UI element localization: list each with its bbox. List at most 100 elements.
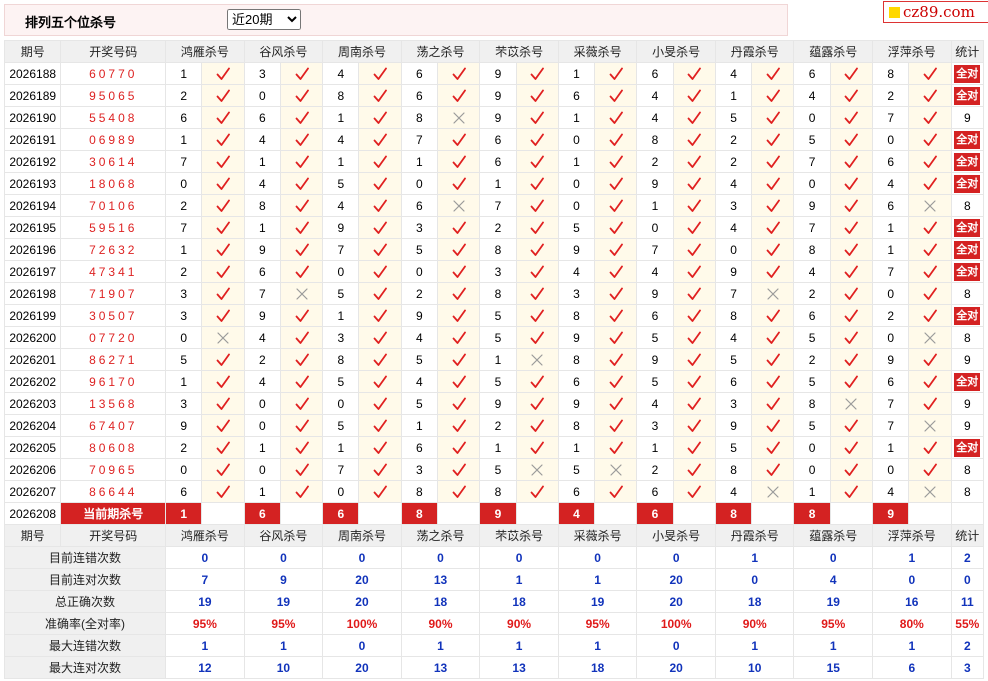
- col-expert-header[interactable]: 蕴露杀号: [793, 40, 874, 63]
- draw-number-cell[interactable]: 60770: [60, 62, 167, 85]
- summary-row: 最大连对次数 12 10 20 13 13 18 20 10 15 6 3: [3, 656, 985, 679]
- draw-number-cell[interactable]: 86271: [60, 348, 167, 371]
- issue-cell: 2026200: [3, 326, 62, 349]
- draw-number-cell[interactable]: 59516: [60, 216, 167, 239]
- summary-value: 1: [479, 568, 559, 591]
- period-select[interactable]: 近20期: [227, 9, 301, 30]
- result-cell: [672, 260, 716, 283]
- draw-number-cell[interactable]: 80608: [60, 436, 167, 459]
- summary-value: 0: [243, 546, 324, 569]
- all-correct-badge: 全对: [954, 174, 981, 193]
- result-cell: [672, 62, 716, 85]
- result-cell: [672, 172, 716, 195]
- kill-number-table: 期号 开奖号码 鸿雁杀号 谷风杀号 周南杀号 荡之杀号 芣苡杀号 采薇杀号 小旻杀号 丹霞杀号 蕴露…: [3, 40, 985, 679]
- kill-number-cell: 6: [636, 62, 674, 85]
- result-cell: [672, 458, 716, 481]
- col-expert-header[interactable]: 小旻杀号: [636, 524, 716, 547]
- draw-number-cell[interactable]: 47341: [60, 260, 167, 283]
- result-cell: [279, 150, 324, 173]
- col-expert-header[interactable]: 蕴露杀号: [793, 524, 874, 547]
- result-cell: [594, 458, 638, 481]
- result-cell: [279, 282, 324, 305]
- draw-number-cell[interactable]: 06989: [60, 128, 167, 151]
- result-cell: [908, 172, 952, 195]
- draw-number-cell[interactable]: 30507: [60, 304, 167, 327]
- check-icon: [923, 353, 937, 367]
- col-expert-header[interactable]: 芣苡杀号: [479, 524, 559, 547]
- stat-cell: 全对: [950, 128, 985, 151]
- result-cell: [672, 436, 716, 459]
- kill-number-cell: 0: [243, 458, 281, 481]
- check-icon: [530, 111, 545, 125]
- draw-number-cell[interactable]: 96170: [60, 370, 167, 393]
- table-row: 2026203 13568 3 0 0 5 9 9 4 3 8 7 9: [3, 392, 985, 415]
- result-cell: [201, 304, 245, 327]
- col-expert-header[interactable]: 谷风杀号: [243, 524, 324, 547]
- result-cell: [751, 62, 795, 85]
- kill-number-cell: 5: [636, 326, 674, 349]
- col-expert-header[interactable]: 丹霞杀号: [714, 524, 795, 547]
- kill-number-cell: 0: [322, 260, 360, 283]
- result-cell: [908, 392, 952, 415]
- col-expert-header[interactable]: 采薇杀号: [557, 524, 638, 547]
- kill-number-cell: 4: [400, 326, 439, 349]
- col-expert-header[interactable]: 荡之杀号: [400, 524, 481, 547]
- summary-value: 9: [243, 568, 324, 591]
- result-cell: [515, 436, 559, 459]
- stat-cell: 8: [950, 458, 985, 481]
- kill-number-cell: 4: [322, 62, 360, 85]
- check-icon: [216, 155, 230, 169]
- result-cell: [279, 238, 324, 261]
- cross-icon: [923, 199, 937, 213]
- site-logo[interactable]: cz89.com: [883, 1, 988, 23]
- col-expert-header[interactable]: 丹霞杀号: [714, 40, 795, 63]
- draw-number-cell[interactable]: 13568: [60, 392, 167, 415]
- col-expert-header[interactable]: 小旻杀号: [636, 40, 716, 63]
- result-cell: [358, 282, 402, 305]
- result-cell: [279, 414, 324, 437]
- draw-number-cell[interactable]: 18068: [60, 172, 167, 195]
- col-expert-header[interactable]: 鸿雁杀号: [165, 40, 245, 63]
- col-expert-header[interactable]: 采薇杀号: [557, 40, 638, 63]
- draw-number-cell[interactable]: 30614: [60, 150, 167, 173]
- kill-number-cell: 6: [400, 194, 439, 217]
- check-icon: [373, 331, 387, 345]
- summary-value: 16: [872, 590, 952, 613]
- all-correct-badge: 全对: [954, 372, 981, 391]
- kill-number-cell: 2: [400, 282, 439, 305]
- result-cell: [672, 194, 716, 217]
- check-icon: [687, 397, 702, 411]
- col-expert-header[interactable]: 浮萍杀号: [872, 40, 952, 63]
- summary-value: 19: [557, 590, 638, 613]
- result-cell: [358, 458, 402, 481]
- check-icon: [687, 243, 702, 257]
- table-row: 2026201 86271 5 2 8 5 1 8 9 5 2 9 9: [3, 348, 985, 371]
- summary-value: 0: [636, 546, 716, 569]
- check-icon: [373, 463, 387, 477]
- col-expert-header[interactable]: 芣苡杀号: [479, 40, 559, 63]
- kill-number-cell: 8: [479, 282, 517, 305]
- kill-number-cell: 3: [165, 304, 203, 327]
- col-expert-header[interactable]: 谷风杀号: [243, 40, 324, 63]
- col-expert-header[interactable]: 浮萍杀号: [872, 524, 952, 547]
- draw-number-cell[interactable]: 86644: [60, 480, 167, 503]
- draw-number-cell[interactable]: 72632: [60, 238, 167, 261]
- result-cell: [279, 370, 324, 393]
- stat-cell: 全对: [950, 304, 985, 327]
- draw-number-cell[interactable]: 70106: [60, 194, 167, 217]
- draw-number-cell[interactable]: 55408: [60, 106, 167, 129]
- draw-number-cell[interactable]: 70965: [60, 458, 167, 481]
- col-expert-header[interactable]: 周南杀号: [322, 524, 402, 547]
- draw-number-cell[interactable]: 95065: [60, 84, 167, 107]
- draw-number-cell[interactable]: 71907: [60, 282, 167, 305]
- col-expert-header[interactable]: 周南杀号: [322, 40, 402, 63]
- col-expert-header[interactable]: 鸿雁杀号: [165, 524, 245, 547]
- col-expert-header[interactable]: 荡之杀号: [400, 40, 481, 63]
- check-icon: [216, 177, 230, 191]
- kill-number-cell: 3: [557, 282, 596, 305]
- check-icon: [844, 265, 859, 279]
- kill-number-cell: 1: [557, 62, 596, 85]
- kill-number-cell: 6: [479, 128, 517, 151]
- draw-number-cell[interactable]: 07720: [60, 326, 167, 349]
- draw-number-cell[interactable]: 67407: [60, 414, 167, 437]
